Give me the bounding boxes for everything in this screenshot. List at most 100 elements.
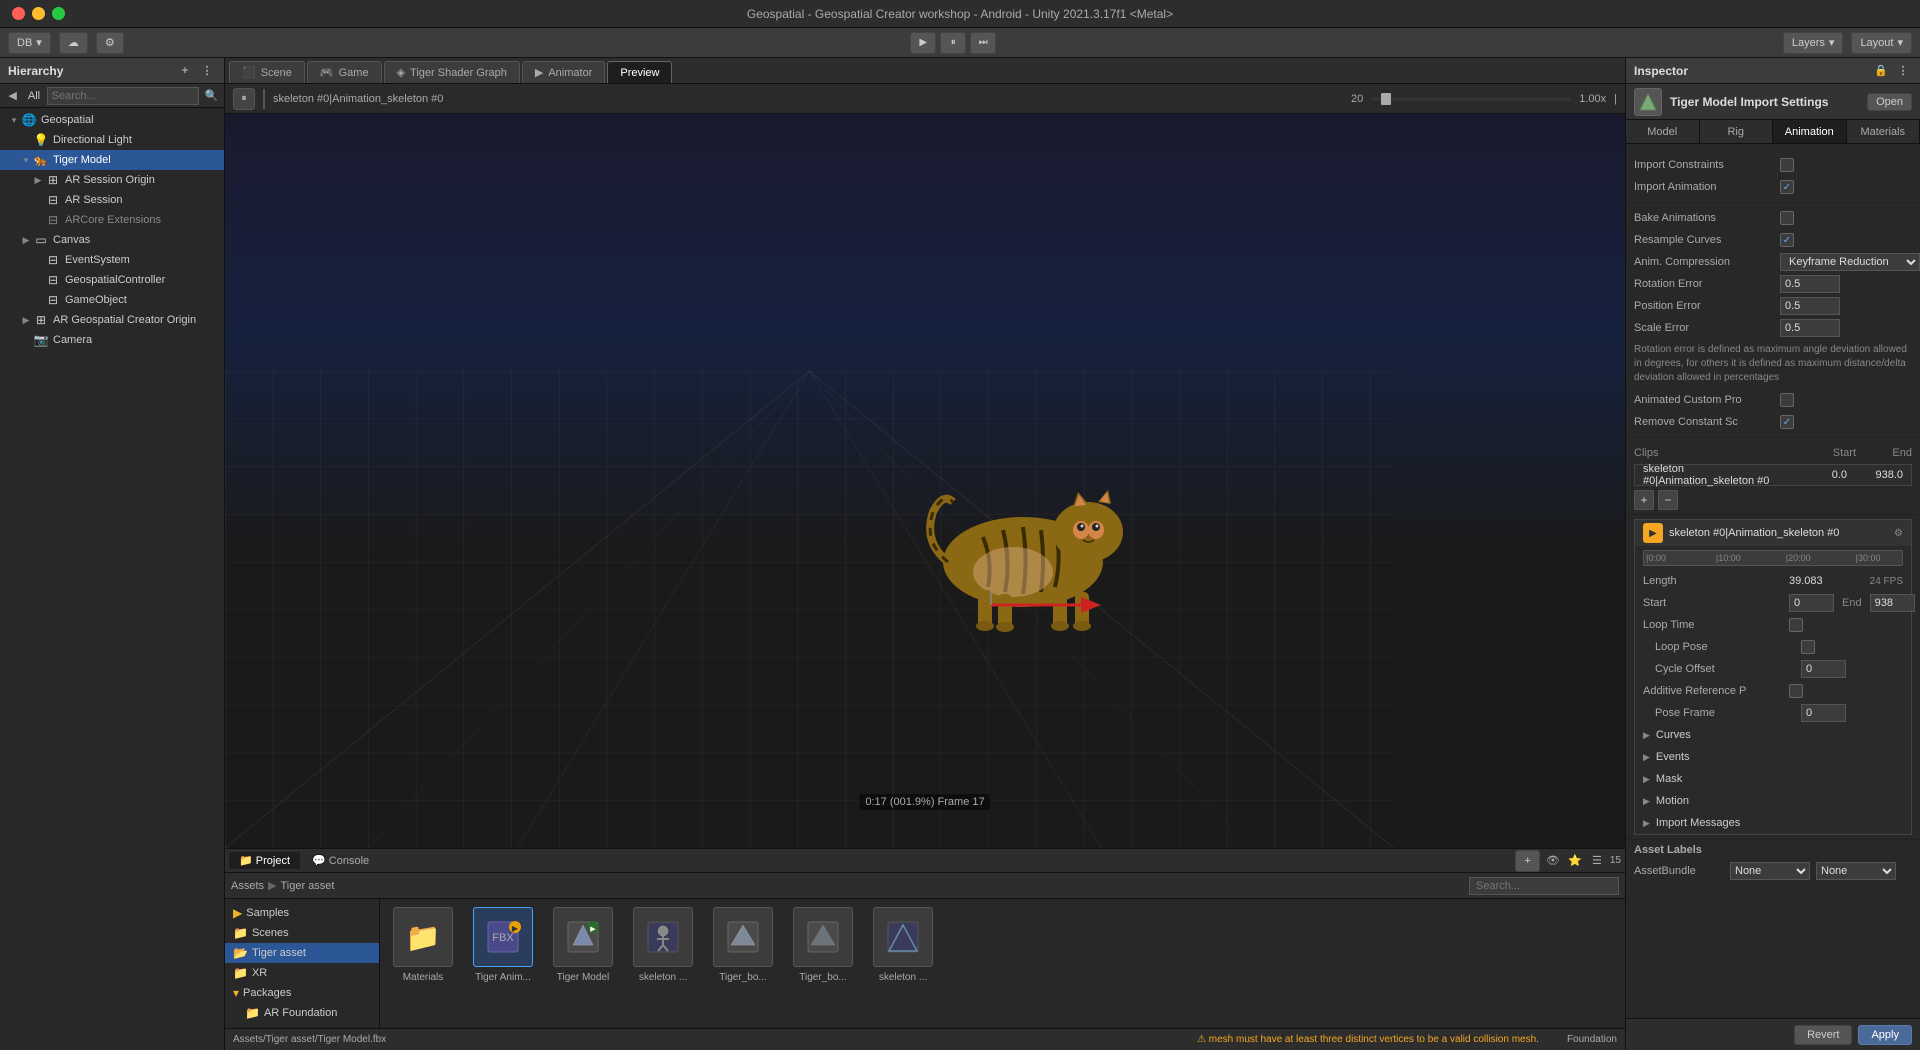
tab-animator[interactable]: ▶ Animator (522, 61, 606, 83)
project-search[interactable] (1469, 877, 1619, 895)
step-button[interactable]: ⏭ (970, 32, 996, 54)
tab-console[interactable]: 💬 Console (302, 852, 379, 869)
folder-ar-foundation[interactable]: 📁 AR Foundation (225, 1003, 379, 1023)
timeline-bar[interactable] (1371, 97, 1571, 101)
breadcrumb-root[interactable]: Assets (231, 880, 264, 892)
tab-project[interactable]: 📁 Project (229, 852, 300, 869)
asset-skeleton-1[interactable]: skeleton ... (628, 907, 698, 984)
clip-row[interactable]: skeleton #0|Animation_skeleton #0 0.0 93… (1634, 464, 1912, 486)
viewport[interactable]: 0:17 (001.9%) Frame 17 (225, 114, 1625, 848)
folder-xr[interactable]: 📁 XR (225, 963, 379, 983)
resample-curves-checkbox[interactable] (1780, 233, 1794, 247)
asset-tiger-bo1[interactable]: Tiger_bo... (708, 907, 778, 984)
asset-bundle-variant-dropdown[interactable]: None (1816, 862, 1896, 880)
anim-compression-dropdown[interactable]: Keyframe Reduction Optimal Off (1780, 253, 1920, 271)
anim-timeline-bar[interactable]: |0:00 |10:00 |20:00 |30:00 (1643, 550, 1903, 566)
hierarchy-item-canvas[interactable]: ▶ ▭ Canvas (0, 230, 224, 250)
inspector-menu-button[interactable]: ⋮ (1894, 62, 1912, 80)
rotation-error-input[interactable] (1780, 275, 1840, 293)
expand-events[interactable]: ▶ Events (1635, 746, 1911, 768)
folder-tiger-asset[interactable]: 📂 Tiger asset (225, 943, 379, 963)
tab-model[interactable]: Model (1626, 120, 1700, 143)
hierarchy-item-ar-session-origin[interactable]: ▶ ⊞ AR Session Origin (0, 170, 224, 190)
hierarchy-item-game-object[interactable]: ⊟ GameObject (0, 290, 224, 310)
pause-button[interactable]: ⏸ (940, 32, 966, 54)
minimize-button[interactable] (32, 7, 45, 20)
tab-scene[interactable]: ⬛ Scene (229, 61, 305, 83)
toolbar-button-2[interactable]: ⚙ (96, 32, 124, 54)
clip-remove-button[interactable]: − (1658, 490, 1678, 510)
window-controls[interactable] (12, 7, 65, 20)
pose-frame-input[interactable] (1801, 704, 1846, 722)
remove-constant-checkbox[interactable] (1780, 415, 1794, 429)
play-button[interactable]: ▶ (910, 32, 936, 54)
expand-import-messages[interactable]: ▶ Import Messages (1635, 812, 1911, 834)
tab-animation[interactable]: Animation (1773, 120, 1847, 143)
maximize-button[interactable] (52, 7, 65, 20)
tab-rig[interactable]: Rig (1700, 120, 1774, 143)
import-animation-checkbox[interactable] (1780, 180, 1794, 194)
tab-materials[interactable]: Materials (1847, 120, 1920, 143)
folder-samples[interactable]: ▶ Samples (225, 903, 379, 923)
expand-mask[interactable]: ▶ Mask (1635, 768, 1911, 790)
open-button[interactable]: Open (1867, 93, 1912, 111)
project-add-button[interactable]: + (1515, 850, 1539, 872)
hierarchy-all-label[interactable]: All (25, 87, 42, 105)
start-input[interactable] (1789, 594, 1834, 612)
hierarchy-item-geospatial[interactable]: ▾ 🌐 Geospatial (0, 110, 224, 130)
asset-tiger-anim[interactable]: FBX ▶ Tiger Anim... (468, 907, 538, 984)
expand-motion[interactable]: ▶ Motion (1635, 790, 1911, 812)
loop-time-checkbox[interactable] (1789, 618, 1803, 632)
end-input[interactable] (1870, 594, 1915, 612)
asset-tiger-model[interactable]: ▶ Tiger Model (548, 907, 618, 984)
hierarchy-item-geospatial-controller[interactable]: ⊟ GeospatialController (0, 270, 224, 290)
project-star-button[interactable]: ⭐ (1566, 852, 1584, 870)
expand-curves[interactable]: ▶ Curves (1635, 724, 1911, 746)
close-button[interactable] (12, 7, 25, 20)
asset-skeleton-2[interactable]: skeleton ... (868, 907, 938, 984)
inspector-lock-button[interactable]: 🔒 (1872, 62, 1890, 80)
hierarchy-item-camera[interactable]: 📷 Camera (0, 330, 224, 350)
hierarchy-search[interactable] (47, 87, 199, 105)
layout-dropdown[interactable]: Layout ▾ (1851, 32, 1912, 54)
import-constraints-checkbox[interactable] (1780, 158, 1794, 172)
start-label: Start (1643, 597, 1783, 609)
hierarchy-item-tiger-model[interactable]: ▾ 🐅 Tiger Model (0, 150, 224, 170)
toolbar-button-1[interactable]: ☁ (59, 32, 88, 54)
scale-error-input[interactable] (1780, 319, 1840, 337)
revert-button[interactable]: Revert (1794, 1025, 1852, 1045)
tab-preview[interactable]: Preview (607, 61, 672, 83)
hierarchy-item-directional-light[interactable]: 💡 Directional Light (0, 130, 224, 150)
hierarchy-menu-button[interactable]: ⋮ (198, 62, 216, 80)
hierarchy-item-ar-session[interactable]: ⊟ AR Session (0, 190, 224, 210)
cycle-offset-input[interactable] (1801, 660, 1846, 678)
additive-ref-checkbox[interactable] (1789, 684, 1803, 698)
asset-tiger-bo2[interactable]: Tiger_bo... (788, 907, 858, 984)
hierarchy-add-button[interactable]: + (176, 62, 194, 80)
hierarchy-search-icon[interactable]: 🔍 (203, 87, 220, 105)
asset-materials[interactable]: 📁 Materials (388, 907, 458, 984)
project-filter-button[interactable]: ☰ (1588, 852, 1606, 870)
db-dropdown[interactable]: DB ▾ (8, 32, 51, 54)
anim-pause-button[interactable]: ⏸ (233, 88, 255, 110)
hierarchy-back-button[interactable]: ◀ (4, 87, 21, 105)
loop-pose-checkbox[interactable] (1801, 640, 1815, 654)
tab-tiger-shader[interactable]: ◈ Tiger Shader Graph (384, 61, 520, 83)
clip-add-button[interactable]: + (1634, 490, 1654, 510)
timeline-playhead[interactable] (1381, 93, 1391, 105)
hierarchy-item-arcore-extensions[interactable]: ⊟ ARCore Extensions (0, 210, 224, 230)
layers-dropdown[interactable]: Layers ▾ (1783, 32, 1844, 54)
asset-bundle-dropdown[interactable]: None (1730, 862, 1810, 880)
settings-icon[interactable]: ⚙ (1894, 528, 1903, 539)
breadcrumb-folder[interactable]: Tiger asset (280, 880, 334, 892)
bake-animations-checkbox[interactable] (1780, 211, 1794, 225)
tab-game[interactable]: 🎮 Game (307, 61, 382, 83)
apply-button[interactable]: Apply (1858, 1025, 1912, 1045)
project-eye-button[interactable]: 👁 (1544, 852, 1562, 870)
position-error-input[interactable] (1780, 297, 1840, 315)
folder-packages[interactable]: ▾ Packages (225, 983, 379, 1003)
hierarchy-item-event-system[interactable]: ⊟ EventSystem (0, 250, 224, 270)
folder-scenes[interactable]: 📁 Scenes (225, 923, 379, 943)
animated-custom-checkbox[interactable] (1780, 393, 1794, 407)
hierarchy-item-ar-geo-creator[interactable]: ▶ ⊞ AR Geospatial Creator Origin (0, 310, 224, 330)
